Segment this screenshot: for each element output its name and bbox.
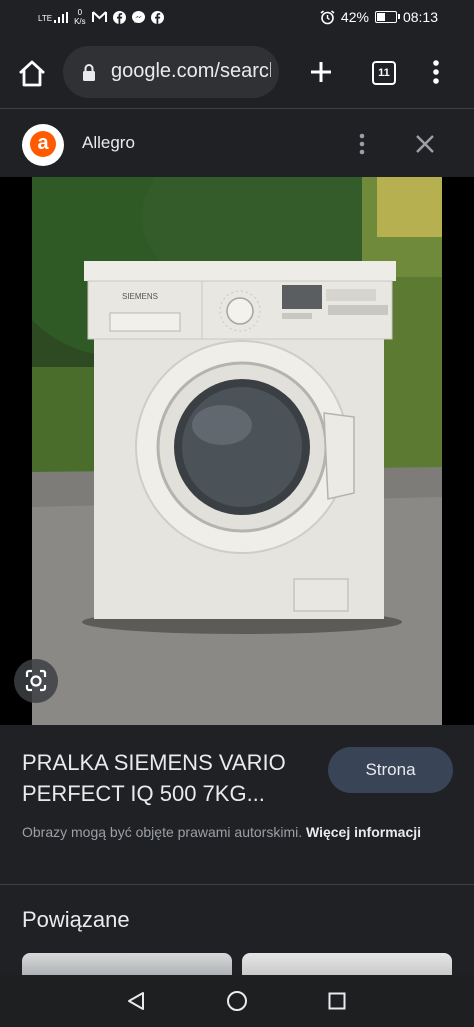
browser-toolbar: google.com/search 11 bbox=[0, 36, 474, 108]
allegro-logo[interactable]: a bbox=[22, 124, 64, 166]
gmail-icon bbox=[91, 11, 107, 22]
battery-percent: 42% bbox=[340, 9, 369, 25]
back-icon[interactable] bbox=[125, 990, 147, 1012]
result-title[interactable]: PRALKA SIEMENS VARIO PERFECT IQ 500 7KG.… bbox=[22, 747, 312, 809]
address-bar[interactable]: google.com/search bbox=[63, 46, 279, 98]
network-speed: 0 K/s bbox=[74, 8, 86, 26]
recent-apps-icon[interactable] bbox=[328, 992, 346, 1010]
tab-switcher-button[interactable]: 11 bbox=[372, 61, 396, 85]
copyright-text: Obrazy mogą być objęte prawami autorskim… bbox=[22, 824, 303, 840]
washing-machine-photo[interactable]: SIEMENS bbox=[32, 177, 442, 725]
speed-unit: K/s bbox=[74, 17, 86, 26]
image-viewer: SIEMENS bbox=[0, 177, 474, 725]
url-text: google.com/search bbox=[111, 60, 271, 82]
copyright-notice: Obrazy mogą być objęte prawami autorskim… bbox=[22, 821, 452, 843]
visit-page-button[interactable]: Strona bbox=[328, 747, 453, 793]
battery-fill bbox=[376, 13, 385, 21]
alarm-icon bbox=[320, 9, 335, 24]
close-icon[interactable] bbox=[412, 131, 438, 157]
lens-icon bbox=[25, 669, 47, 692]
status-left: LTE 0 K/s bbox=[38, 8, 164, 26]
status-bar: LTE 0 K/s 42% 08:13 bbox=[0, 0, 474, 36]
home-nav-icon[interactable] bbox=[226, 990, 248, 1012]
related-image-thumbnail[interactable] bbox=[242, 953, 452, 975]
more-vert-icon[interactable] bbox=[426, 58, 446, 86]
home-icon[interactable] bbox=[16, 58, 48, 90]
facebook-icon-2 bbox=[150, 10, 164, 24]
plus-icon bbox=[311, 62, 331, 82]
related-heading: Powiązane bbox=[22, 907, 130, 932]
washer-brand-label: SIEMENS bbox=[122, 292, 158, 301]
messenger-icon bbox=[131, 10, 145, 23]
network-type: LTE bbox=[38, 13, 53, 23]
signal-group: LTE bbox=[38, 11, 69, 23]
clock: 08:13 bbox=[402, 9, 438, 25]
source-name[interactable]: Allegro bbox=[82, 133, 135, 153]
system-nav-bar bbox=[0, 975, 474, 1027]
divider bbox=[0, 884, 474, 885]
related-image-thumbnail[interactable] bbox=[22, 953, 232, 975]
more-vert-icon[interactable] bbox=[352, 131, 372, 157]
result-info: PRALKA SIEMENS VARIO PERFECT IQ 500 7KG.… bbox=[0, 725, 474, 885]
source-header: a Allegro bbox=[0, 109, 474, 177]
lock-icon bbox=[83, 64, 95, 81]
google-lens-button[interactable] bbox=[14, 659, 58, 703]
signal-icon bbox=[54, 11, 69, 23]
more-info-link[interactable]: Więcej informacji bbox=[306, 824, 421, 840]
status-right: 42% 08:13 bbox=[320, 9, 438, 25]
facebook-icon bbox=[112, 10, 126, 24]
new-tab-button[interactable] bbox=[305, 56, 337, 88]
speed-value: 0 bbox=[77, 8, 83, 17]
battery-icon bbox=[374, 11, 400, 23]
allegro-logo-letter: a bbox=[30, 131, 56, 157]
